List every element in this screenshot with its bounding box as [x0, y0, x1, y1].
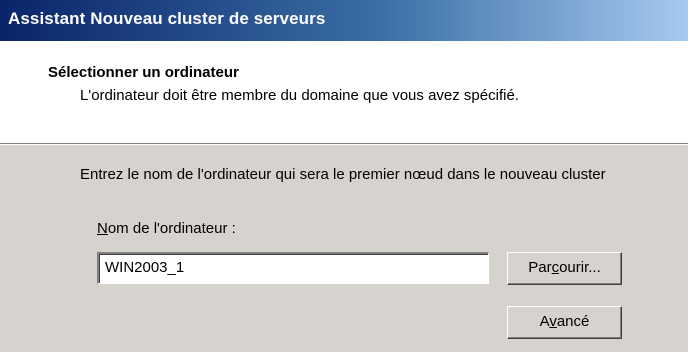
advanced-button-accelerator: v	[549, 313, 557, 330]
browse-button-label-start: Par	[528, 259, 552, 276]
browse-button-accelerator: c	[551, 259, 560, 276]
advanced-button-label-end: ancé	[556, 313, 590, 330]
instruction-text: Entrez le nom de l'ordinateur qui sera l…	[80, 166, 606, 183]
window-title: Assistant Nouveau cluster de serveurs	[8, 9, 326, 28]
page-subtitle: L'ordinateur doit être membre du domaine…	[80, 87, 519, 104]
computer-name-label-accelerator: N	[97, 220, 108, 237]
header-divider-highlight	[0, 144, 688, 145]
browse-button[interactable]: Parcourir...	[507, 252, 622, 285]
computer-name-input[interactable]: WIN2003_1	[97, 252, 489, 284]
computer-name-label: Nom de l'ordinateur :	[97, 220, 236, 237]
page-title: Sélectionner un ordinateur	[48, 64, 239, 81]
browse-button-label-end: ourir...	[559, 259, 601, 276]
advanced-button-label-start: A	[539, 313, 550, 330]
computer-name-label-text: om de l'ordinateur :	[107, 220, 236, 237]
advanced-button[interactable]: Avancé	[507, 306, 622, 339]
wizard-header: Sélectionner un ordinateur L'ordinateur …	[0, 41, 688, 143]
title-bar[interactable]: Assistant Nouveau cluster de serveurs	[0, 0, 688, 41]
